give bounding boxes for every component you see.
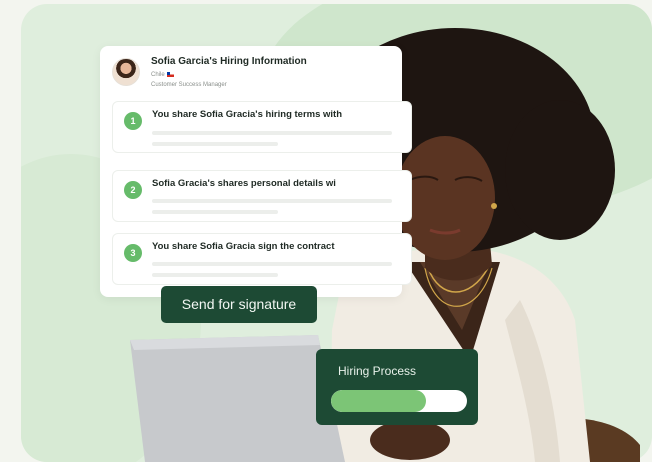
placeholder-line <box>152 131 392 135</box>
step-number-badge: 2 <box>124 181 142 199</box>
step-1[interactable]: 1 You share Sofia Gracia's hiring terms … <box>112 101 412 153</box>
hiring-process-card: Hiring Process <box>316 349 478 425</box>
process-title: Hiring Process <box>338 364 417 378</box>
avatar <box>112 58 140 86</box>
hiring-info-card: Sofia Garcia's Hiring Information Chile … <box>100 46 412 297</box>
step-text: Sofia Gracia's shares personal details w… <box>152 178 336 189</box>
step-number-badge: 1 <box>124 112 142 130</box>
employee-role: Customer Success Manager <box>151 82 227 88</box>
placeholder-line <box>152 262 392 266</box>
country-label: Chile <box>151 72 165 79</box>
step-2[interactable]: 2 Sofia Gracia's shares personal details… <box>112 170 412 222</box>
send-for-signature-button[interactable]: Send for signature <box>161 286 317 323</box>
placeholder-line <box>152 273 278 277</box>
placeholder-line <box>152 142 278 146</box>
chile-flag-icon <box>166 72 174 77</box>
step-number-badge: 3 <box>124 244 142 262</box>
step-3[interactable]: 3 You share Sofia Gracia sign the contra… <box>112 233 412 285</box>
card-title: Sofia Garcia's Hiring Information <box>151 56 307 67</box>
progress-fill <box>331 390 427 412</box>
placeholder-line <box>152 210 278 214</box>
card-header: Sofia Garcia's Hiring Information Chile … <box>112 56 392 96</box>
step-text: You share Sofia Gracia sign the contract <box>152 241 335 252</box>
employee-country: Chile <box>151 72 174 78</box>
step-text: You share Sofia Gracia's hiring terms wi… <box>152 109 343 120</box>
placeholder-line <box>152 199 392 203</box>
progress-bar <box>331 390 467 412</box>
